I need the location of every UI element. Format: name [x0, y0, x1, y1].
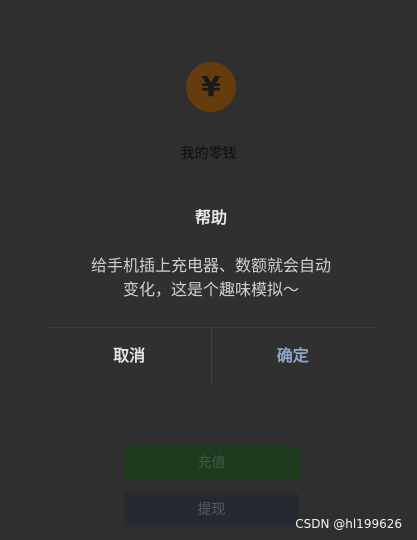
screen: ¥ 我的零钱 帮助 给手机插上充电器、数额就会自动 变化，这是个趣味模拟～ 取消… [0, 0, 417, 540]
withdraw-button[interactable]: 提现 [124, 493, 299, 527]
dialog-actions: 取消 确定 [48, 327, 374, 384]
watermark: CSDN @hl199626 [295, 517, 402, 531]
help-dialog: 帮助 给手机插上充电器、数额就会自动 变化，这是个趣味模拟～ 取消 确定 [48, 177, 374, 384]
cancel-button[interactable]: 取消 [48, 328, 212, 384]
confirm-button[interactable]: 确定 [212, 328, 375, 384]
dialog-title: 帮助 [194, 208, 227, 227]
dialog-message: 给手机插上充电器、数额就会自动 变化，这是个趣味模拟～ [90, 256, 331, 299]
recharge-button[interactable]: 充值 [124, 446, 299, 480]
